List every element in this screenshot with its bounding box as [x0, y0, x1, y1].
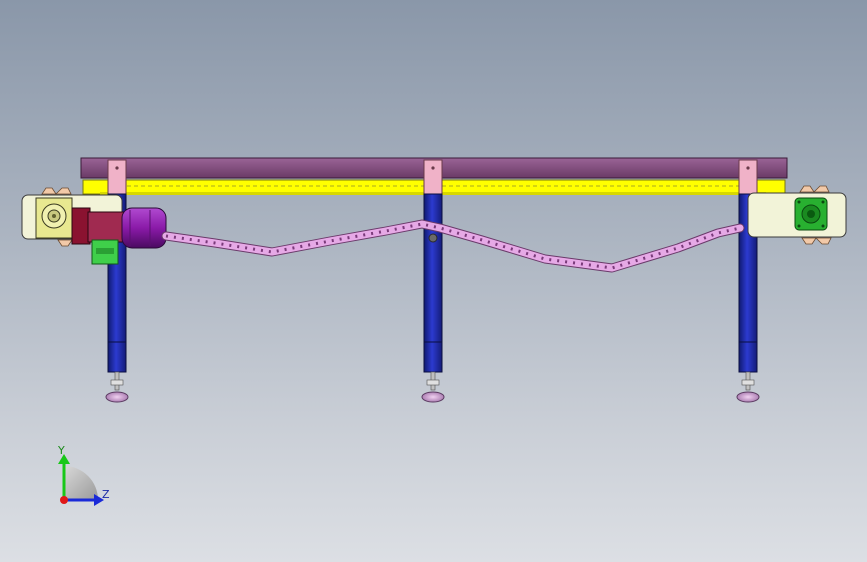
leveling-foot-icon — [736, 391, 760, 403]
gearbox-icon — [35, 197, 73, 239]
cad-viewport[interactable]: Y Z — [0, 0, 867, 562]
y-axis-label: Y — [57, 444, 65, 457]
right-end-housing[interactable] — [747, 185, 847, 245]
axis-triad: Y Z — [57, 444, 110, 506]
leveling-foot-icon — [421, 391, 445, 403]
conveyor-model[interactable]: Y Z — [0, 0, 867, 562]
drive-chain-icon[interactable] — [161, 219, 745, 273]
support-leg-center[interactable] — [421, 159, 445, 403]
bearing-icon — [794, 197, 828, 231]
leveling-foot-icon — [105, 391, 129, 403]
z-axis-label: Z — [102, 488, 110, 501]
x-axis-dot — [60, 496, 68, 504]
chain-idler-icon — [428, 233, 438, 243]
